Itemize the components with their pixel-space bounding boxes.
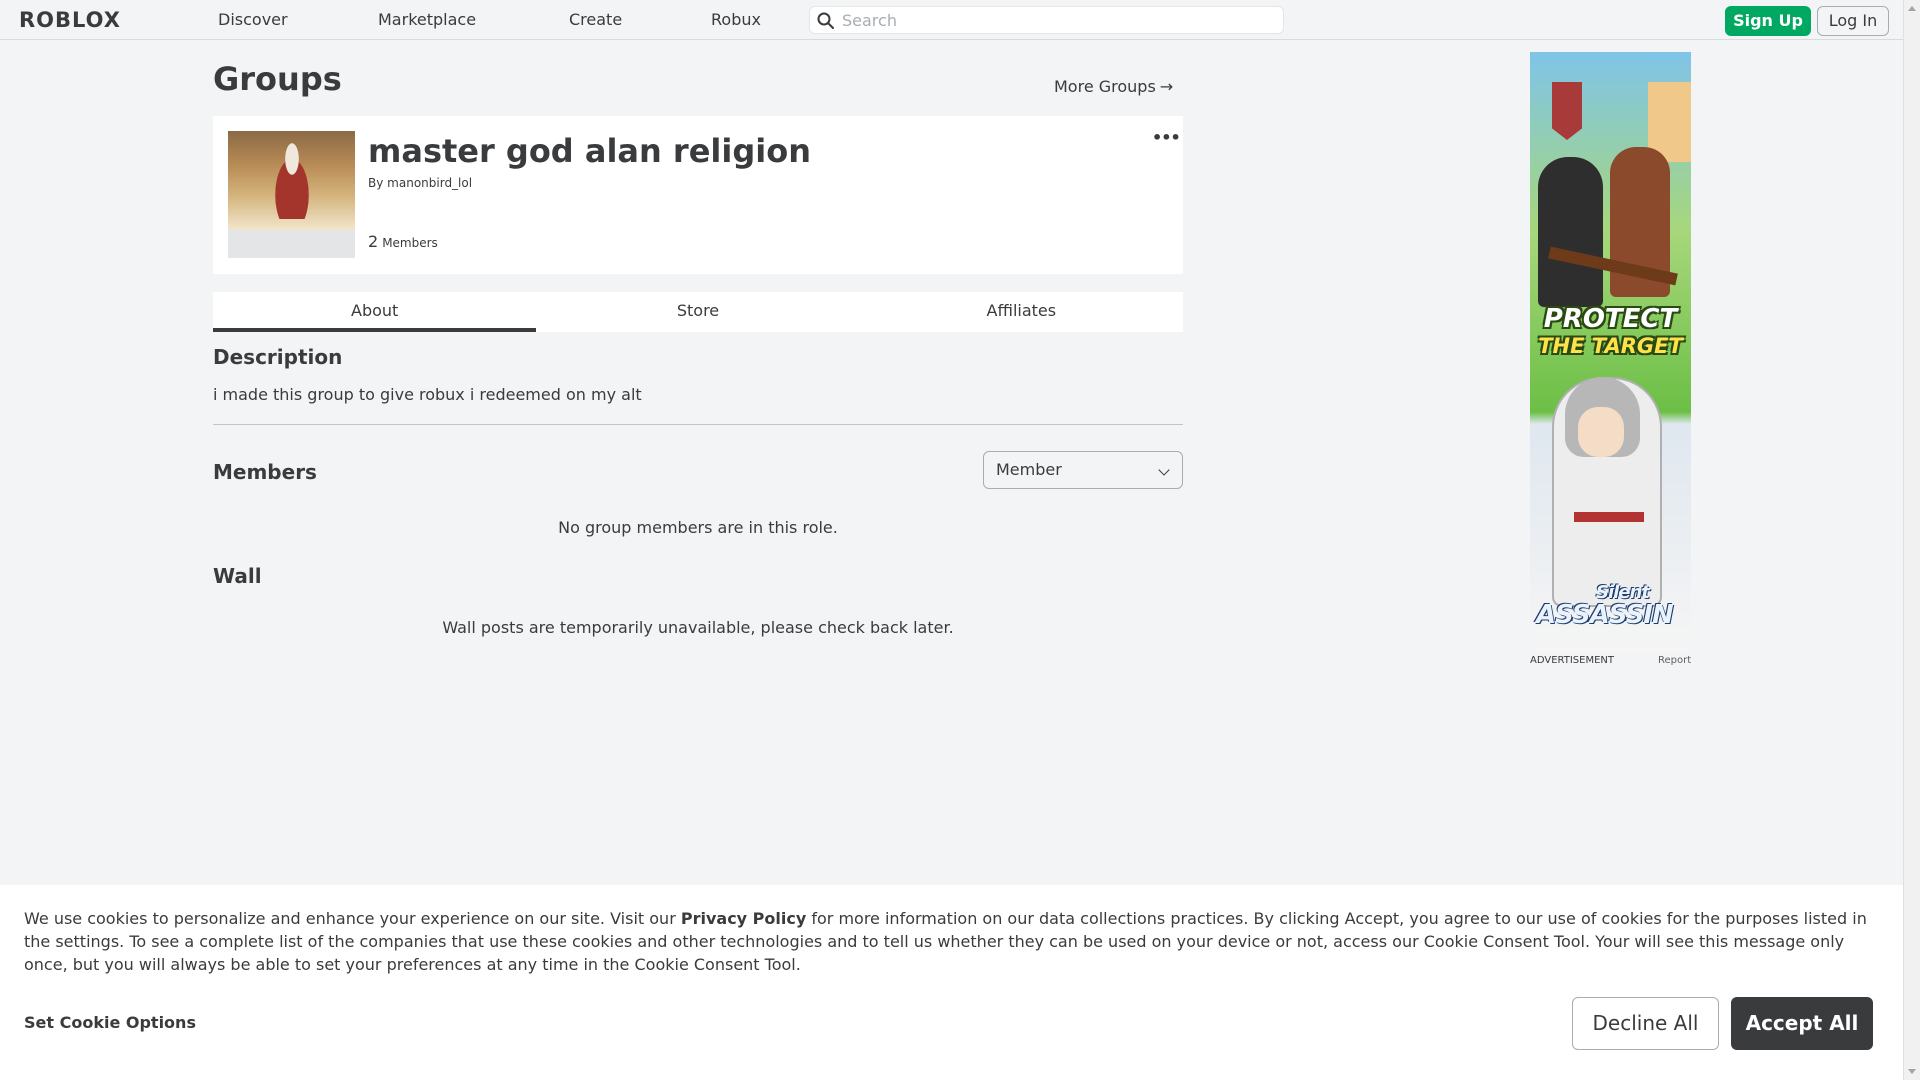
top-navigation: ROBLOX Discover Marketplace Create Robux… [0,0,1903,40]
sign-up-button[interactable]: Sign Up [1725,6,1811,36]
nav-marketplace[interactable]: Marketplace [378,10,476,29]
arrow-right-icon: → [1159,77,1174,96]
tab-affiliates[interactable]: Affiliates [860,292,1183,332]
nav-discover[interactable]: Discover [218,10,288,29]
advertisement-label: ADVERTISEMENT [1530,655,1615,666]
log-in-button[interactable]: Log In [1817,6,1889,36]
search-bar[interactable] [809,6,1284,34]
members-heading: Members [213,460,317,484]
group-header-card: master god alan religion By manonbird_lo… [213,116,1183,274]
ad-brand-small: Silent [1596,582,1650,603]
member-count-label: Members [382,236,438,250]
more-options-icon[interactable]: ••• [1152,128,1181,147]
description-heading: Description [213,345,343,369]
search-icon [817,12,834,29]
by-label: By [368,176,384,190]
group-tabs: About Store Affiliates [213,292,1183,332]
description-text: i made this group to give robux i redeem… [213,385,642,404]
scroll-up-icon[interactable] [1908,6,1916,11]
group-emblem [228,131,355,258]
ad-headline-1: PROTECT [1543,304,1678,334]
nav-create[interactable]: Create [569,10,622,29]
member-count: 2 Members [368,232,438,251]
ad-report-link[interactable]: Report [1658,655,1691,666]
search-input[interactable] [842,10,1272,30]
owner-link[interactable]: manonbird_lol [387,176,472,190]
accept-all-button[interactable]: Accept All [1731,997,1873,1050]
ad-brand-large: ASSASSIN [1536,600,1674,630]
set-cookie-options-link[interactable]: Set Cookie Options [24,1013,196,1032]
wall-unavailable-message: Wall posts are temporarily unavailable, … [442,618,954,637]
group-name: master god alan religion [368,132,811,170]
cookie-message: We use cookies to personalize and enhanc… [24,907,1884,976]
ad-brand-logo: Silent ASSASSIN [1536,582,1674,630]
roblox-logo[interactable]: ROBLOX [19,8,121,32]
ad-headline-2: THE TARGET [1538,334,1683,358]
chevron-down-icon [1158,464,1170,476]
decline-all-button[interactable]: Decline All [1572,997,1719,1050]
role-selected-value: Member [996,460,1062,479]
advertisement-banner[interactable]: PROTECT THE TARGET Silent ASSASSIN [1530,52,1691,652]
section-divider [213,424,1183,425]
group-emblem-image [228,131,355,230]
wall-heading: Wall [213,564,262,588]
group-owner: By manonbird_lol [368,176,472,190]
member-count-value: 2 [368,232,379,251]
tab-about[interactable]: About [213,292,537,332]
more-groups-label: More Groups [1054,77,1156,96]
more-groups-link[interactable]: More Groups → [1054,77,1173,96]
nav-robux[interactable]: Robux [711,10,761,29]
vertical-scrollbar[interactable] [1903,0,1920,1080]
page-title: Groups [213,60,342,98]
role-dropdown[interactable]: Member [983,451,1183,489]
scroll-down-icon[interactable] [1908,1069,1916,1074]
cookie-consent-banner: We use cookies to personalize and enhanc… [0,885,1903,1080]
cookie-text-before: We use cookies to personalize and enhanc… [24,909,681,928]
no-members-message: No group members are in this role. [558,518,838,537]
tab-store[interactable]: Store [536,292,859,332]
privacy-policy-link[interactable]: Privacy Policy [681,909,806,928]
